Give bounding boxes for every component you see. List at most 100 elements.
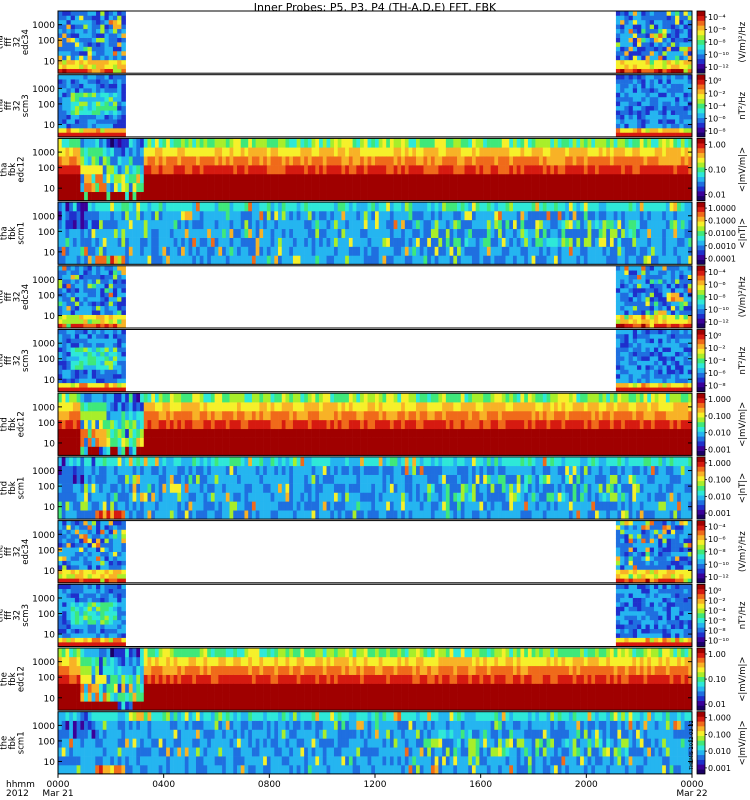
spectrogram-cell — [112, 338, 118, 344]
spectrogram-cell — [214, 255, 219, 265]
spectrogram-cell — [112, 128, 118, 133]
spectrogram-cell — [233, 410, 238, 421]
spectrogram-cell — [378, 165, 383, 175]
spectrogram-cell — [188, 419, 193, 430]
spectrogram-cell — [479, 228, 484, 238]
spectrogram-cell — [498, 138, 503, 148]
spectrogram-cell — [177, 219, 182, 230]
spectrogram-cell — [356, 165, 361, 175]
spectrogram-cell — [457, 156, 462, 166]
spectrogram-cell — [632, 202, 637, 212]
spectrogram-cell — [322, 138, 327, 148]
spectrogram-cell — [110, 219, 115, 230]
spectrogram-cell — [87, 46, 93, 52]
spectrogram-cell — [658, 147, 663, 157]
spectrogram-cell — [666, 301, 672, 307]
spectrogram-cell — [166, 393, 171, 403]
spectrogram-cell — [79, 28, 84, 34]
spectrogram-cell — [203, 138, 208, 148]
spectrogram-cell — [546, 173, 551, 184]
spectrogram-cell — [649, 292, 655, 298]
spectrogram-cell — [427, 255, 432, 265]
spectrogram-cell — [337, 173, 342, 184]
spectrogram-cell — [669, 210, 674, 221]
spectrogram-cell — [598, 202, 603, 212]
spectrogram-cell — [442, 165, 447, 175]
spectrogram-cell — [117, 305, 122, 311]
spectrogram-cells — [58, 138, 693, 201]
spectrogram-cell — [494, 156, 499, 166]
spectrogram-cell — [649, 288, 655, 293]
spectrogram-cell — [266, 210, 271, 221]
spectrogram-cell — [121, 24, 126, 30]
spectrogram-cell — [104, 356, 110, 361]
spectrogram-cell — [527, 156, 532, 166]
spectrogram-cell — [352, 246, 357, 256]
spectrogram-cell — [154, 173, 159, 184]
spectrogram-cell — [658, 301, 663, 307]
spectrogram-cell — [658, 360, 663, 366]
spectrogram-cell — [147, 210, 152, 221]
spectrogram-cell — [375, 147, 380, 157]
spectrogram-cell — [110, 402, 115, 412]
spectrogram-cell — [632, 246, 637, 256]
spectrogram-cell — [486, 182, 491, 193]
spectrogram-cell — [91, 202, 96, 212]
spectrogram-cell — [96, 351, 101, 357]
spectrogram-cell — [188, 228, 193, 238]
spectrogram-cell — [624, 228, 629, 238]
spectrogram-cell — [378, 182, 383, 193]
spectrogram-cell — [121, 138, 126, 148]
spectrogram-cell — [69, 202, 74, 212]
spectrogram-cell — [61, 202, 66, 212]
spectrogram-cell — [99, 165, 104, 175]
spectrogram-cell — [96, 342, 101, 348]
spectrogram-cell — [192, 191, 197, 201]
spectrogram-cell — [628, 246, 633, 256]
spectrogram-cell — [666, 64, 672, 70]
spectrogram-cell — [632, 288, 638, 293]
spectrogram-cell — [112, 101, 118, 107]
spectrogram-cell — [649, 64, 655, 70]
spectrogram-cell — [419, 255, 424, 265]
spectrogram-cell — [561, 156, 566, 166]
spectrogram-cell — [546, 228, 551, 238]
spectrogram-cell — [341, 202, 346, 212]
spectrogram-cell — [617, 156, 622, 166]
spectrogram-cell — [568, 165, 573, 175]
spectrogram-cell — [628, 74, 634, 80]
spectrogram-cell — [259, 138, 264, 148]
spectrogram-cell — [62, 28, 67, 34]
spectrogram-cell — [683, 369, 689, 375]
colorbar-tick-label: 10⁻¹² — [708, 63, 729, 72]
spectrogram-cell — [621, 246, 626, 256]
spectrogram-cell — [434, 156, 439, 166]
spectrogram-cell — [434, 228, 439, 238]
spectrogram-cell — [675, 347, 680, 353]
spectrogram-cell — [307, 191, 312, 201]
spectrogram-cell — [140, 173, 145, 184]
spectrogram-cell — [255, 156, 260, 166]
spectrogram-cell — [546, 246, 551, 256]
spectrogram-cell — [427, 165, 432, 175]
spectrogram-cell — [296, 191, 301, 201]
spectrogram-cell — [195, 255, 201, 265]
spectrogram-cell — [96, 46, 101, 52]
spectrogram-cell — [375, 219, 380, 230]
spectrogram-cell — [348, 228, 353, 238]
spectrogram-cell — [408, 255, 413, 265]
spectrogram-cell — [341, 255, 346, 265]
spectrogram-cell — [662, 333, 667, 339]
spectrogram-cell — [561, 165, 566, 175]
spectrogram-cell — [669, 147, 674, 157]
spectrogram-cell — [177, 402, 182, 412]
spectrogram-cell — [628, 274, 634, 280]
spectrogram-cell — [125, 428, 130, 438]
spectrogram-cell — [483, 173, 488, 184]
spectrogram-cell — [378, 173, 383, 184]
spectrogram-cell — [453, 202, 458, 212]
spectrogram-cell — [87, 310, 93, 315]
spectrogram-cell — [378, 228, 383, 238]
spectrogram-cell — [300, 138, 305, 148]
spectrogram-cell — [641, 296, 646, 302]
